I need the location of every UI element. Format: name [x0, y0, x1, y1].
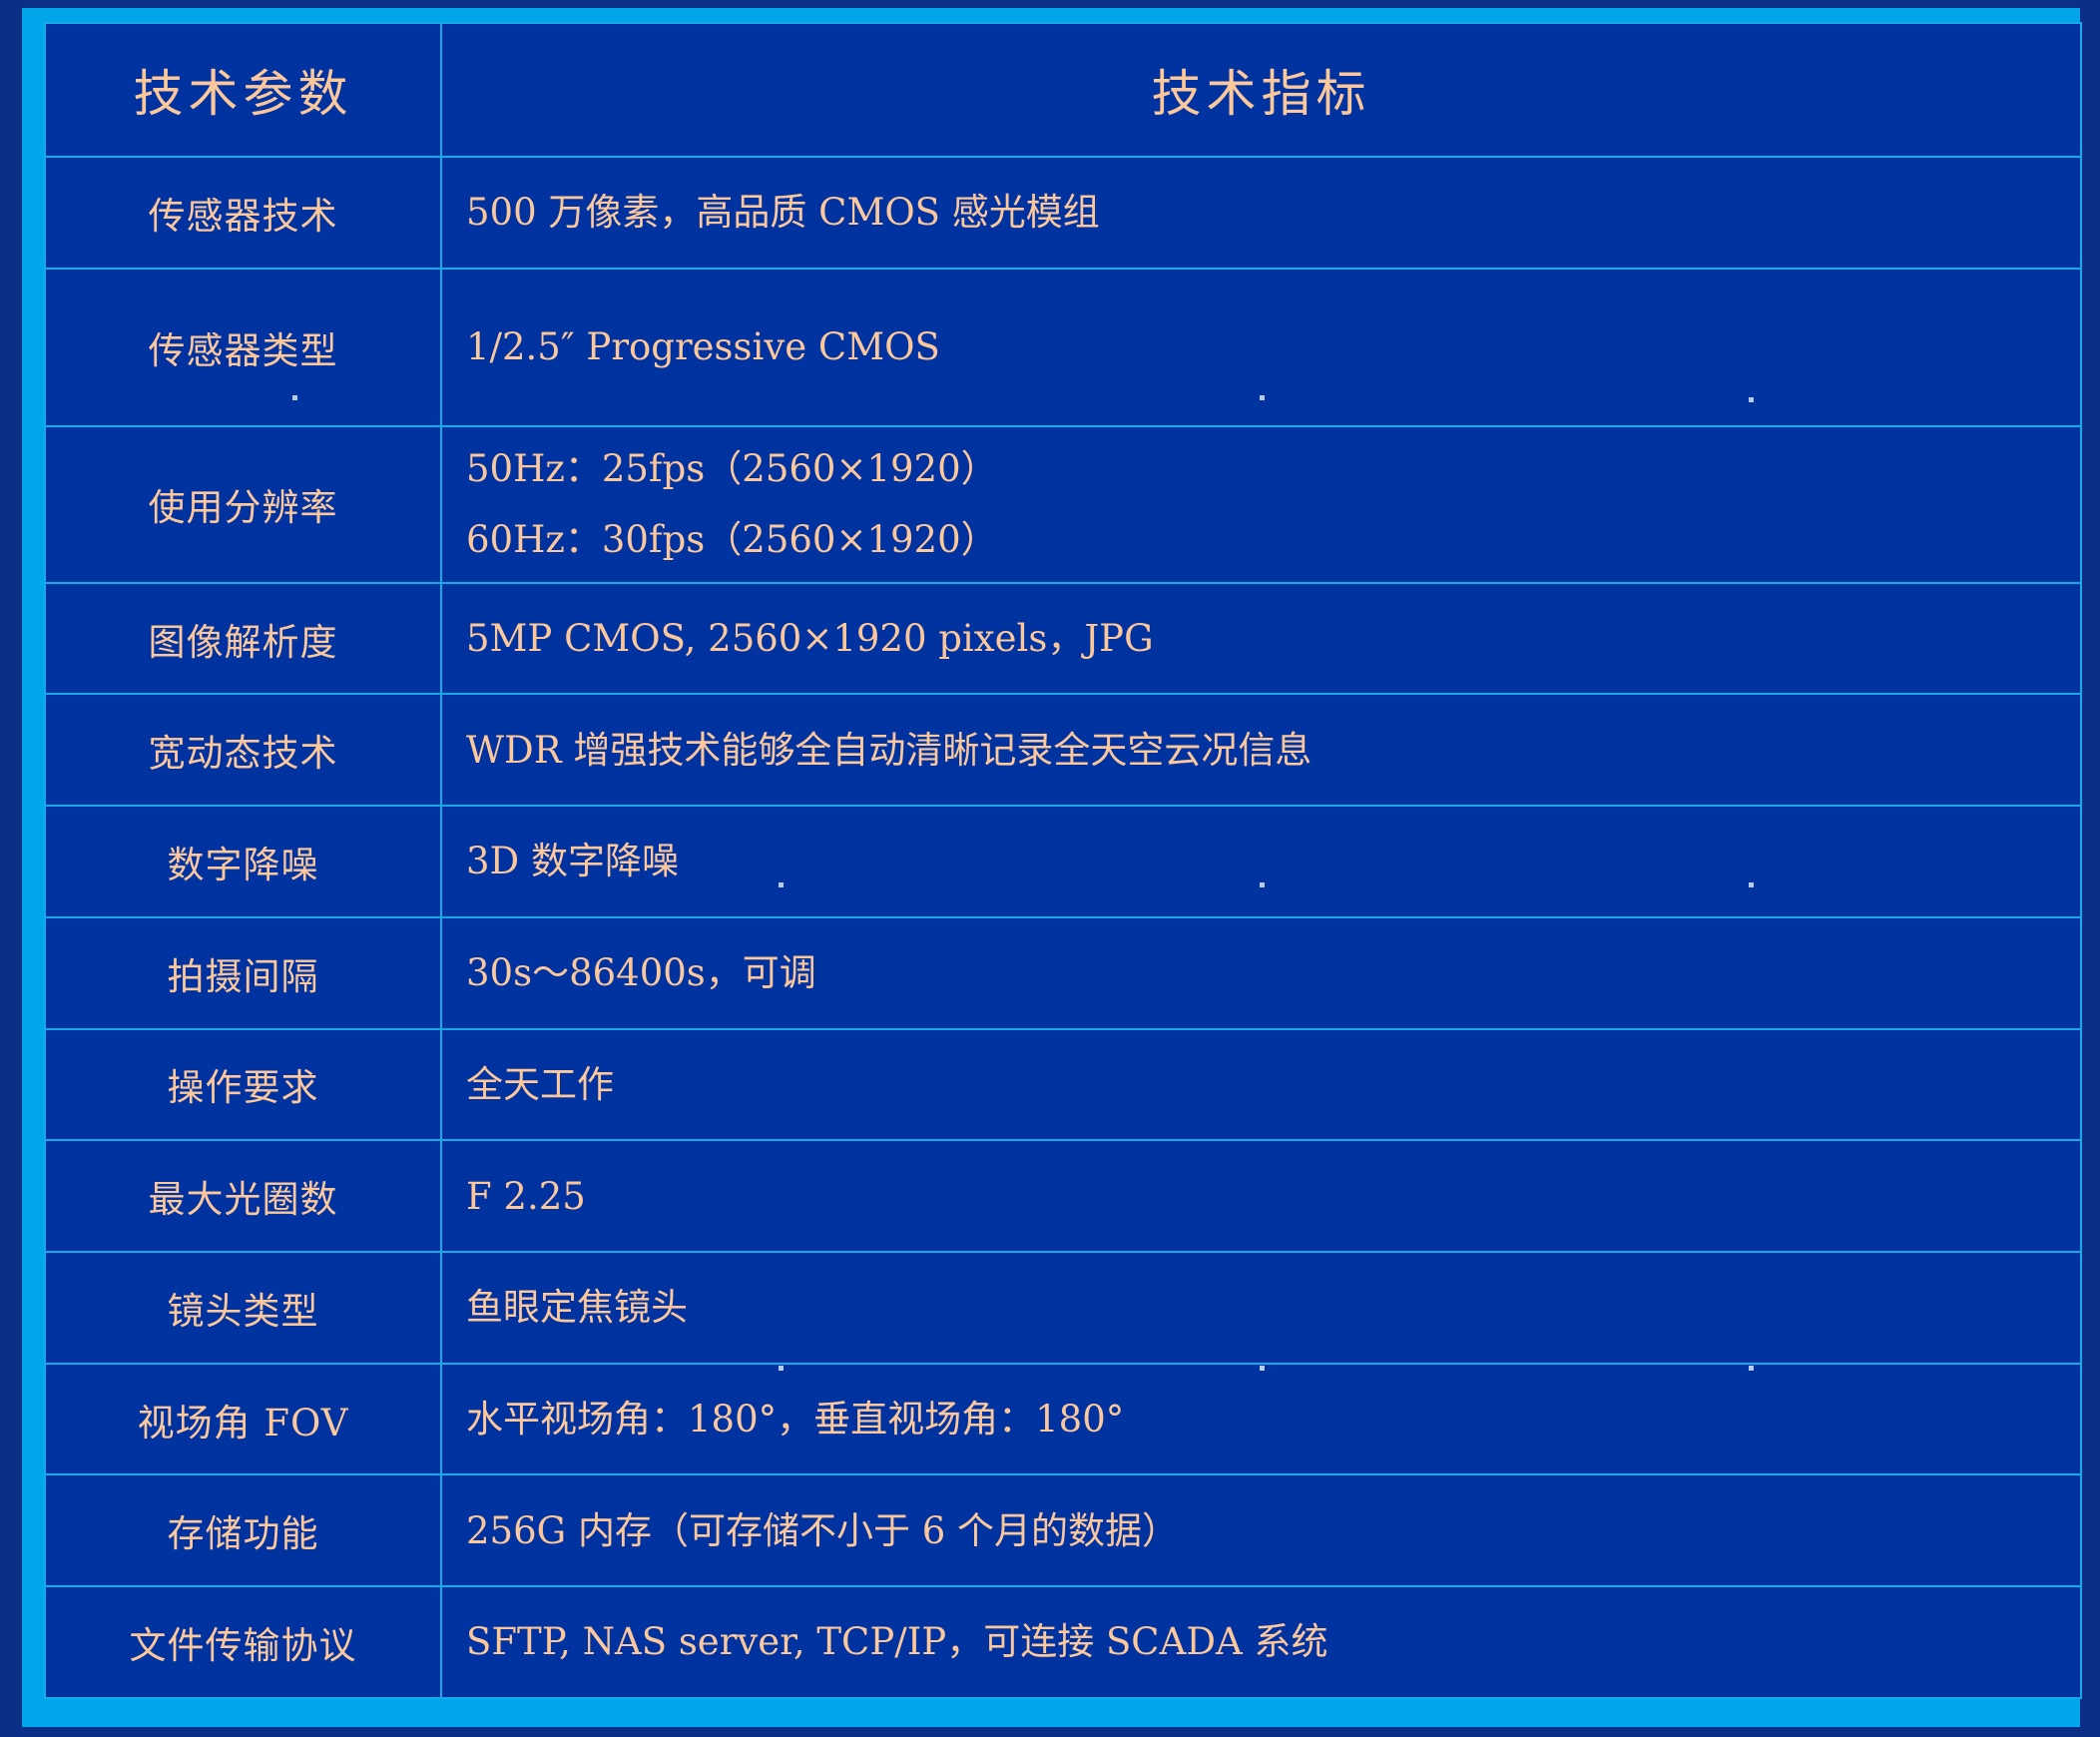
param-digital-noise-reduction: 数字降噪	[44, 805, 442, 918]
value-digital-noise-reduction: 3D 数字降噪	[440, 805, 2082, 918]
value-field-of-view: 水平视场角：180°，垂直视场角：180°	[440, 1362, 2082, 1476]
value-lens-type: 鱼眼定焦镜头	[440, 1251, 2082, 1365]
value-sensor-technology: 500 万像素，高品质 CMOS 感光模组	[440, 156, 2082, 270]
param-storage: 存储功能	[44, 1473, 442, 1588]
param-max-aperture: 最大光圈数	[44, 1139, 442, 1254]
table-row: 使用分辨率 50Hz：25fps（2560×1920） 60Hz：30fps（2…	[44, 424, 2082, 584]
table-row: 数字降噪 3D 数字降噪	[44, 805, 2082, 918]
table-row: 操作要求 全天工作	[44, 1027, 2082, 1142]
table-row: 视场角 FOV 水平视场角：180°，垂直视场角：180°	[44, 1362, 2082, 1476]
value-storage: 256G 内存（可存储不小于 6 个月的数据）	[440, 1473, 2082, 1588]
param-image-resolution: 图像解析度	[44, 581, 442, 696]
table-row: 传感器类型 1/2.5″ Progressive CMOS	[44, 268, 2082, 427]
value-resolution-60hz: 60Hz：30fps（2560×1920）	[466, 518, 998, 562]
param-lens-type: 镜头类型	[44, 1251, 442, 1365]
slide-canvas: 技术参数 技术指标 传感器技术 500 万像素，高品质 CMOS 感光模组 传感…	[0, 0, 2100, 1737]
param-sensor-type: 传感器类型	[44, 268, 442, 427]
value-capture-interval: 30s～86400s，可调	[440, 915, 2082, 1030]
table-row: 存储功能 256G 内存（可存储不小于 6 个月的数据）	[44, 1473, 2082, 1588]
value-operation-requirement: 全天工作	[440, 1027, 2082, 1142]
param-field-of-view: 视场角 FOV	[44, 1362, 442, 1476]
table-row: 图像解析度 5MP CMOS, 2560×1920 pixels，JPG	[44, 581, 2082, 696]
param-file-transfer-protocol: 文件传输协议	[44, 1585, 442, 1699]
param-wide-dynamic-range: 宽动态技术	[44, 693, 442, 808]
value-sensor-type: 1/2.5″ Progressive CMOS	[440, 268, 2082, 427]
value-resolution-50hz: 50Hz：25fps（2560×1920）	[466, 446, 998, 490]
param-sensor-technology: 传感器技术	[44, 156, 442, 270]
table-row: 传感器技术 500 万像素，高品质 CMOS 感光模组	[44, 156, 2082, 270]
value-max-aperture: F 2.25	[440, 1139, 2082, 1254]
technical-spec-table: 技术参数 技术指标 传感器技术 500 万像素，高品质 CMOS 感光模组 传感…	[44, 21, 2082, 1699]
param-operation-requirement: 操作要求	[44, 1027, 442, 1142]
table-row: 拍摄间隔 30s～86400s，可调	[44, 915, 2082, 1030]
table-row: 镜头类型 鱼眼定焦镜头	[44, 1251, 2082, 1365]
table-row: 最大光圈数 F 2.25	[44, 1139, 2082, 1254]
param-working-resolution: 使用分辨率	[44, 424, 442, 584]
param-capture-interval: 拍摄间隔	[44, 915, 442, 1030]
value-working-resolution: 50Hz：25fps（2560×1920） 60Hz：30fps（2560×19…	[440, 424, 2082, 584]
header-cell-indicator: 技术指标	[440, 21, 2082, 159]
header-cell-parameter: 技术参数	[44, 21, 442, 159]
table-header-row: 技术参数 技术指标	[44, 21, 2082, 159]
value-file-transfer-protocol: SFTP, NAS server, TCP/IP，可连接 SCADA 系统	[440, 1585, 2082, 1699]
value-wide-dynamic-range: WDR 增强技术能够全自动清晰记录全天空云况信息	[440, 693, 2082, 808]
value-image-resolution: 5MP CMOS, 2560×1920 pixels，JPG	[440, 581, 2082, 696]
table-row: 文件传输协议 SFTP, NAS server, TCP/IP，可连接 SCAD…	[44, 1585, 2082, 1699]
spec-table-container: 技术参数 技术指标 传感器技术 500 万像素，高品质 CMOS 感光模组 传感…	[44, 21, 2082, 1699]
table-row: 宽动态技术 WDR 增强技术能够全自动清晰记录全天空云况信息	[44, 693, 2082, 808]
